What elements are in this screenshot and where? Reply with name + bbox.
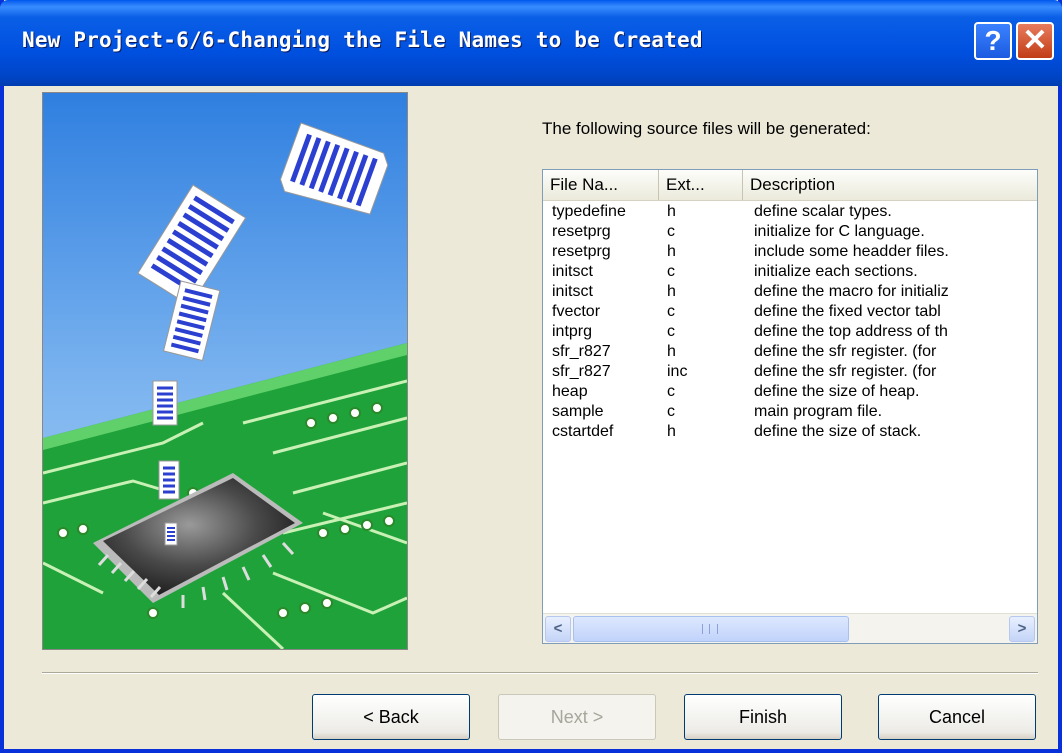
file-ext: c [667, 263, 675, 280]
file-name: initsct [552, 283, 593, 300]
file-ext: h [667, 203, 676, 220]
cancel-button[interactable]: Cancel [878, 694, 1036, 740]
file-description: main program file. [754, 403, 883, 420]
file-ext: h [667, 343, 676, 360]
file-description: define the size of heap. [754, 383, 920, 400]
file-name: resetprg [552, 223, 611, 240]
file-list[interactable]: File Na... Ext... Description typedefine… [542, 169, 1038, 644]
horizontal-scrollbar[interactable]: < > [543, 613, 1037, 643]
next-button[interactable]: Next > [498, 694, 656, 740]
wizard-illustration [42, 92, 408, 650]
file-name: sfr_r827 [552, 363, 611, 380]
file-description: initialize each sections. [754, 263, 918, 280]
list-header: File Na... Ext... Description [543, 170, 1037, 201]
column-header-ext[interactable]: Ext... [659, 170, 743, 200]
file-ext: c [667, 383, 675, 400]
column-header-file-name[interactable]: File Na... [543, 170, 659, 200]
file-ext: c [667, 303, 675, 320]
file-description: define the sfr register. (for [754, 343, 937, 360]
file-name: cstartdef [552, 423, 614, 440]
file-name: fvector [552, 303, 601, 320]
file-description: include some headder files. [754, 243, 949, 260]
file-ext: c [667, 223, 675, 240]
list-row[interactable]: initsct h define the macro for initializ [543, 282, 1037, 302]
list-row[interactable]: typedefine h define scalar types. [543, 202, 1037, 222]
list-row[interactable]: resetprg h include some headder files. [543, 242, 1037, 262]
title-bar[interactable]: New Project-6/6-Changing the File Names … [0, 0, 1062, 86]
list-row[interactable]: sfr_r827 h define the sfr register. (for [543, 342, 1037, 362]
list-row[interactable]: cstartdef h define the size of stack. [543, 422, 1037, 442]
file-ext: h [667, 243, 676, 260]
list-row[interactable]: sample c main program file. [543, 402, 1037, 422]
file-description: define the macro for initializ [754, 283, 949, 300]
file-name: sample [552, 403, 604, 420]
file-ext: c [667, 323, 675, 340]
wizard-window: New Project-6/6-Changing the File Names … [0, 0, 1062, 753]
file-description: define the fixed vector tabl [754, 303, 941, 320]
back-button[interactable]: < Back [312, 694, 470, 740]
instruction-text: The following source files will be gener… [542, 119, 871, 138]
column-header-description[interactable]: Description [743, 170, 1037, 200]
file-name: resetprg [552, 243, 611, 260]
file-name: heap [552, 383, 588, 400]
list-row[interactable]: resetprg c initialize for C language. [543, 222, 1037, 242]
file-description: initialize for C language. [754, 223, 925, 240]
file-description: define the size of stack. [754, 423, 922, 440]
file-ext: inc [667, 363, 688, 380]
file-description: define the top address of th [754, 323, 948, 340]
window-title: New Project-6/6-Changing the File Names … [22, 28, 703, 52]
file-name: typedefine [552, 203, 626, 220]
file-name: sfr_r827 [552, 343, 611, 360]
scroll-right-button[interactable]: > [1009, 616, 1035, 642]
list-row[interactable]: intprg c define the top address of th [543, 322, 1037, 342]
file-ext: h [667, 423, 676, 440]
file-description: define the sfr register. (for [754, 363, 937, 380]
file-description: define scalar types. [754, 203, 892, 220]
file-ext: c [667, 403, 675, 420]
list-body: typedefine h define scalar types. resetprg… [543, 202, 1037, 612]
list-row[interactable]: initsct c initialize each sections. [543, 262, 1037, 282]
help-button[interactable]: ? [974, 22, 1012, 60]
file-name: intprg [552, 323, 593, 340]
scroll-thumb[interactable] [573, 616, 849, 642]
close-button[interactable]: ✕ [1016, 22, 1054, 60]
button-separator [42, 672, 1038, 674]
scroll-left-button[interactable]: < [545, 616, 571, 642]
list-row[interactable]: fvector c define the fixed vector tabl [543, 302, 1037, 322]
scroll-grip-icon [702, 624, 718, 634]
list-row[interactable]: heap c define the size of heap. [543, 382, 1037, 402]
file-name: initsct [552, 263, 593, 280]
list-row[interactable]: sfr_r827 inc define the sfr register. (for [543, 362, 1037, 382]
file-ext: h [667, 283, 676, 300]
finish-button[interactable]: Finish [684, 694, 842, 740]
